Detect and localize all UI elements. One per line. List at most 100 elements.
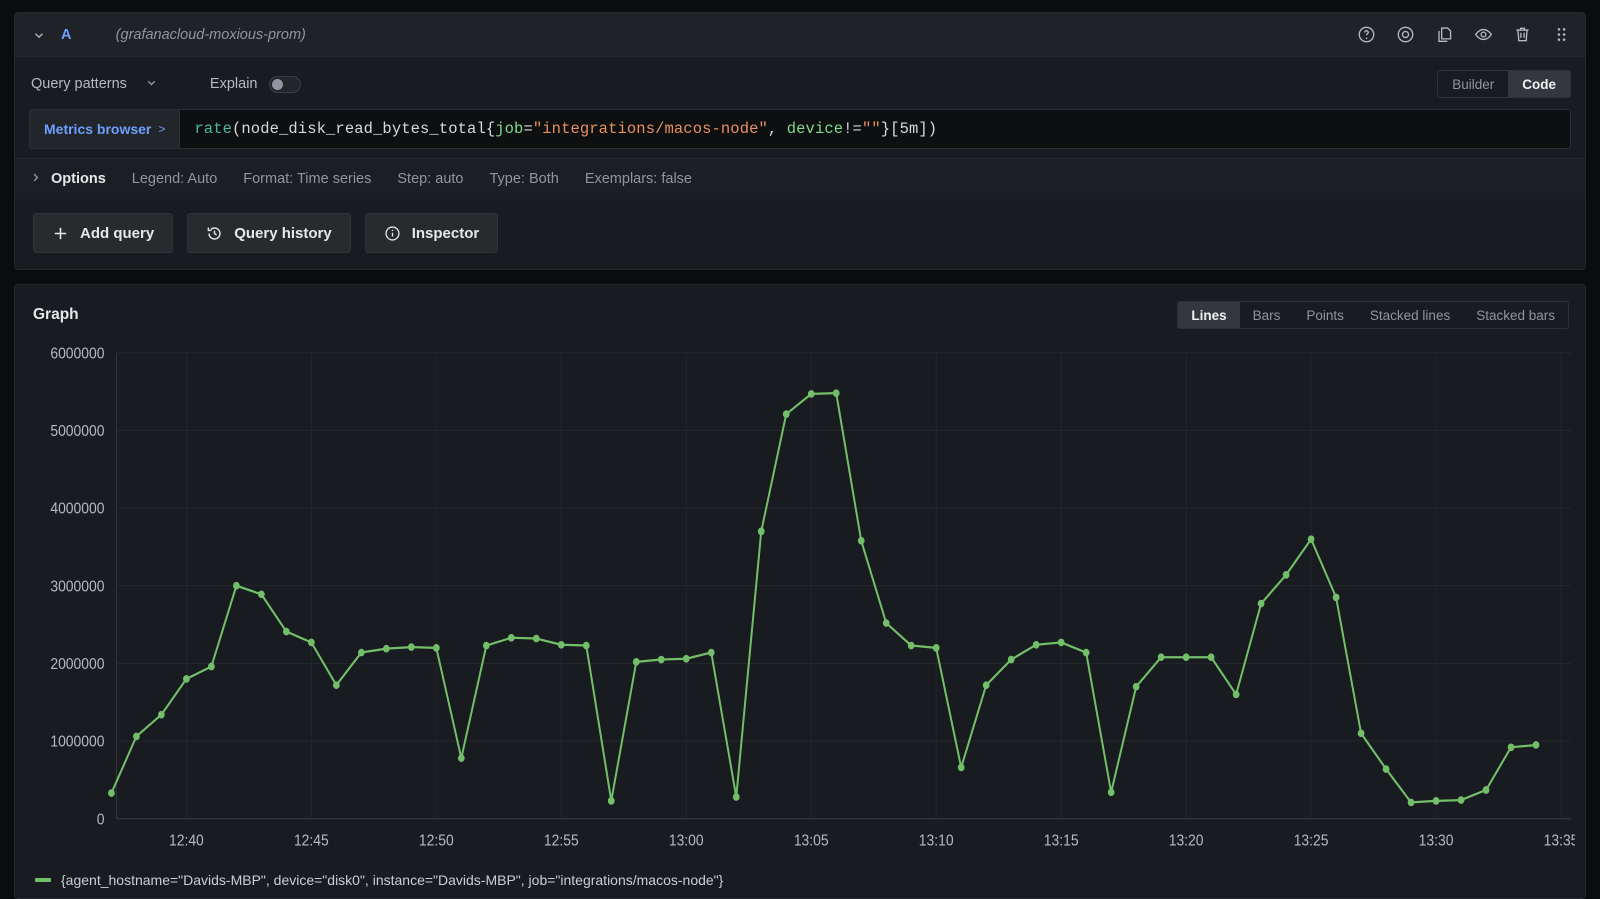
y-axis-tick-label: 6000000 (50, 346, 104, 363)
series-point (1333, 594, 1340, 602)
history-icon (206, 225, 223, 242)
option-legend: Legend: Auto (132, 171, 217, 187)
expr-token: job (495, 120, 523, 138)
inspector-button[interactable]: Inspector (365, 213, 499, 253)
target-icon[interactable] (1395, 25, 1415, 45)
viz-mode-points[interactable]: Points (1293, 302, 1357, 328)
series-point (308, 639, 315, 647)
series-point (1283, 571, 1290, 579)
series-point (1433, 797, 1440, 805)
time-series-chart: 0100000020000003000000400000050000006000… (25, 337, 1575, 866)
series-point (1158, 653, 1165, 661)
viz-mode-lines[interactable]: Lines (1178, 302, 1239, 328)
option-exemplars: Exemplars: false (585, 171, 692, 187)
visualization-type-toggle: Lines Bars Points Stacked lines Stacked … (1177, 301, 1569, 329)
y-axis-tick-label: 1000000 (50, 734, 104, 751)
y-axis-tick-label: 0 (97, 812, 105, 829)
series-point (558, 641, 565, 649)
chevron-down-icon (145, 76, 158, 92)
viz-mode-stacked-bars[interactable]: Stacked bars (1463, 302, 1568, 328)
series-point (483, 642, 490, 650)
eye-icon[interactable] (1473, 25, 1493, 45)
drag-handle-icon[interactable] (1551, 25, 1571, 45)
query-options-row[interactable]: Options Legend: Auto Format: Time series… (15, 158, 1585, 199)
inspector-label: Inspector (412, 225, 480, 242)
query-patterns-label: Query patterns (31, 76, 127, 92)
query-patterns-dropdown[interactable]: Query patterns (29, 76, 158, 92)
series-point (533, 635, 540, 643)
add-query-label: Add query (80, 225, 154, 242)
expr-token: "integrations/macos-node" (533, 120, 768, 138)
tab-builder[interactable]: Builder (1438, 71, 1508, 97)
add-query-button[interactable]: Add query (33, 213, 173, 253)
viz-mode-stacked-lines[interactable]: Stacked lines (1357, 302, 1463, 328)
series-point (708, 649, 715, 657)
explore-page: A (grafanacloud-moxious-prom) (0, 0, 1600, 899)
series-point (808, 390, 815, 398)
graph-plot-area[interactable]: 0100000020000003000000400000050000006000… (15, 331, 1585, 866)
series-point (233, 582, 240, 590)
series-point (1058, 639, 1065, 647)
series-point (283, 628, 290, 636)
query-patterns-row: Query patterns Explain Builder Code (29, 67, 1571, 101)
builder-code-toggle: Builder Code (1437, 70, 1571, 98)
series-point (183, 675, 190, 683)
options-title[interactable]: Options (51, 171, 106, 187)
x-axis-tick-label: 13:00 (669, 833, 704, 850)
graph-panel-header: Graph Lines Bars Points Stacked lines St… (15, 285, 1585, 331)
expr-token: != (843, 120, 862, 138)
expr-token: "" (862, 120, 881, 138)
option-format: Format: Time series (243, 171, 371, 187)
info-circle-icon (384, 225, 401, 242)
metrics-browser-button[interactable]: Metrics browser > (29, 109, 179, 149)
help-circle-icon[interactable] (1356, 25, 1376, 45)
graph-title: Graph (33, 306, 79, 324)
query-action-buttons: Add query Query history Inspector (29, 199, 1571, 269)
series-point (1083, 649, 1090, 657)
series-point (458, 754, 465, 762)
option-step: Step: auto (397, 171, 463, 187)
query-expression-input[interactable]: rate(node_disk_read_bytes_total{job="int… (179, 109, 1571, 149)
chevron-down-icon[interactable] (31, 27, 47, 43)
series-point (433, 644, 440, 652)
series-point (1358, 729, 1365, 737)
series-point (383, 645, 390, 653)
series-point (158, 711, 165, 719)
expr-token: , (768, 120, 787, 138)
series-point (1233, 691, 1240, 699)
series-point (1208, 653, 1215, 661)
series-point (833, 389, 840, 397)
series-point (333, 681, 340, 689)
query-expression-text: rate(node_disk_read_bytes_total{job="int… (194, 120, 937, 138)
x-axis-tick-label: 13:20 (1169, 833, 1204, 850)
option-type: Type: Both (489, 171, 558, 187)
query-ref-id[interactable]: A (61, 27, 72, 43)
datasource-name: (grafanacloud-moxious-prom) (116, 27, 306, 43)
series-point (908, 642, 915, 650)
legend-series-label[interactable]: {agent_hostname="Davids-MBP", device="di… (61, 872, 723, 888)
series-point (208, 663, 215, 671)
query-editor-header: A (grafanacloud-moxious-prom) (15, 13, 1585, 57)
series-point (1133, 683, 1140, 691)
expr-token: device (787, 120, 843, 138)
series-point (358, 649, 365, 657)
y-axis-tick-label: 5000000 (50, 423, 104, 440)
trash-icon[interactable] (1512, 25, 1532, 45)
legend-color-swatch (35, 878, 51, 882)
x-axis-tick-label: 13:35 (1544, 833, 1575, 850)
series-point (683, 655, 690, 663)
metrics-browser-label: Metrics browser (44, 121, 151, 137)
series-point (258, 590, 265, 598)
series-point (758, 528, 765, 536)
explain-toggle[interactable] (269, 76, 301, 93)
copy-icon[interactable] (1434, 25, 1454, 45)
x-axis-tick-label: 13:25 (1294, 833, 1329, 850)
series-point (733, 793, 740, 801)
tab-code[interactable]: Code (1508, 71, 1570, 97)
series-point (1508, 743, 1515, 751)
series-point (608, 797, 615, 805)
query-history-button[interactable]: Query history (187, 213, 351, 253)
chevron-right-icon[interactable] (29, 171, 51, 187)
query-history-label: Query history (234, 225, 332, 242)
viz-mode-bars[interactable]: Bars (1240, 302, 1294, 328)
